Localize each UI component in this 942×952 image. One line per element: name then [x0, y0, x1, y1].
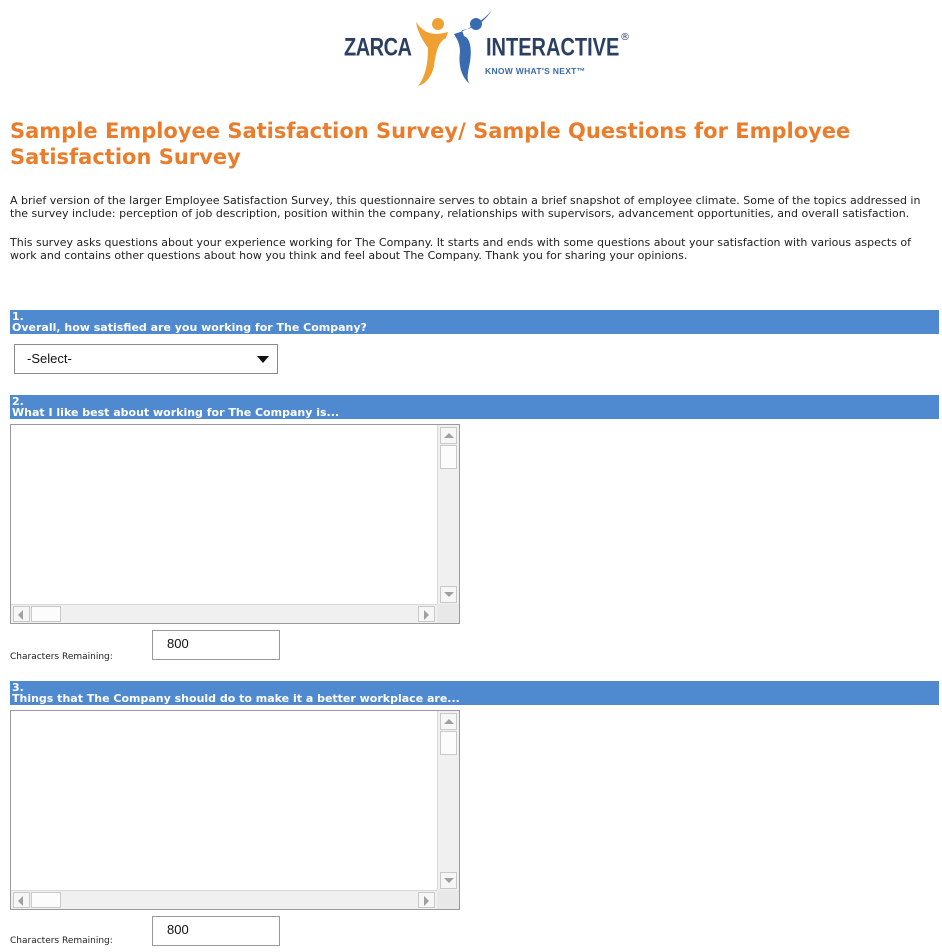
logo-interactive-text: INTERACTIVE [486, 34, 620, 62]
intro-paragraph-1: A brief version of the larger Employee S… [10, 194, 921, 220]
scroll-down-button[interactable] [440, 586, 457, 603]
scroll-right-button[interactable] [418, 892, 435, 908]
scroll-up-button[interactable] [440, 427, 457, 444]
logo-tagline: KNOW WHAT'S NEXT™ [485, 66, 586, 76]
scroll-right-icon [424, 896, 429, 906]
scroll-right-icon [424, 610, 429, 620]
question-3-header: 3. Things that The Company should do to … [10, 681, 939, 705]
question-3-text: Things that The Company should do to mak… [12, 692, 460, 705]
chars-remaining-label: Characters Remaining: [10, 652, 113, 662]
hscroll-thumb[interactable] [31, 606, 61, 622]
question-1-header: 1. Overall, how satisfied are you workin… [10, 310, 939, 334]
scroll-up-icon [444, 433, 454, 438]
vertical-scrollbar[interactable] [437, 425, 459, 605]
page-title: Sample Employee Satisfaction Survey/ Sam… [10, 119, 851, 169]
chars-remaining-field[interactable]: 800 [152, 630, 280, 660]
scroll-thumb[interactable] [440, 445, 457, 469]
zarca-interactive-logo: ZARCA INTERACTIVE ® KNOW WHAT'S NEXT™ [340, 6, 640, 86]
scroll-down-icon [444, 878, 454, 883]
scroll-corner [437, 604, 459, 623]
question-3-textarea[interactable] [10, 710, 460, 910]
question-2-textarea[interactable] [10, 424, 460, 624]
chars-remaining-field[interactable]: 800 [152, 916, 280, 946]
scroll-up-button[interactable] [440, 713, 457, 730]
horizontal-scrollbar[interactable] [11, 604, 437, 623]
scroll-left-button[interactable] [13, 892, 30, 908]
scroll-corner [437, 890, 459, 909]
logo-zarca-text: ZARCA [344, 34, 412, 62]
scroll-left-button[interactable] [13, 606, 30, 622]
vertical-scrollbar[interactable] [437, 711, 459, 891]
satisfaction-select[interactable]: -Select- [14, 344, 278, 374]
horizontal-scrollbar[interactable] [11, 890, 437, 909]
dropdown-arrow-icon [257, 356, 269, 363]
hscroll-thumb[interactable] [31, 892, 61, 908]
header-logo: ZARCA INTERACTIVE ® KNOW WHAT'S NEXT™ [0, 6, 942, 86]
question-1-text: Overall, how satisfied are you working f… [12, 321, 367, 334]
scroll-left-icon [18, 610, 23, 620]
select-value: -Select- [27, 351, 72, 366]
orange-figure-icon [416, 18, 448, 86]
registered-mark: ® [620, 32, 630, 43]
scroll-up-icon [444, 719, 454, 724]
question-2-header: 2. What I like best about working for Th… [10, 395, 939, 419]
scroll-thumb[interactable] [440, 731, 457, 755]
chars-remaining-label: Characters Remaining: [10, 936, 113, 946]
scroll-left-icon [18, 896, 23, 906]
intro-paragraph-2: This survey asks questions about your ex… [10, 236, 912, 262]
scroll-down-button[interactable] [440, 872, 457, 889]
question-2-text: What I like best about working for The C… [12, 406, 340, 419]
scroll-right-button[interactable] [418, 606, 435, 622]
scroll-down-icon [444, 592, 454, 597]
